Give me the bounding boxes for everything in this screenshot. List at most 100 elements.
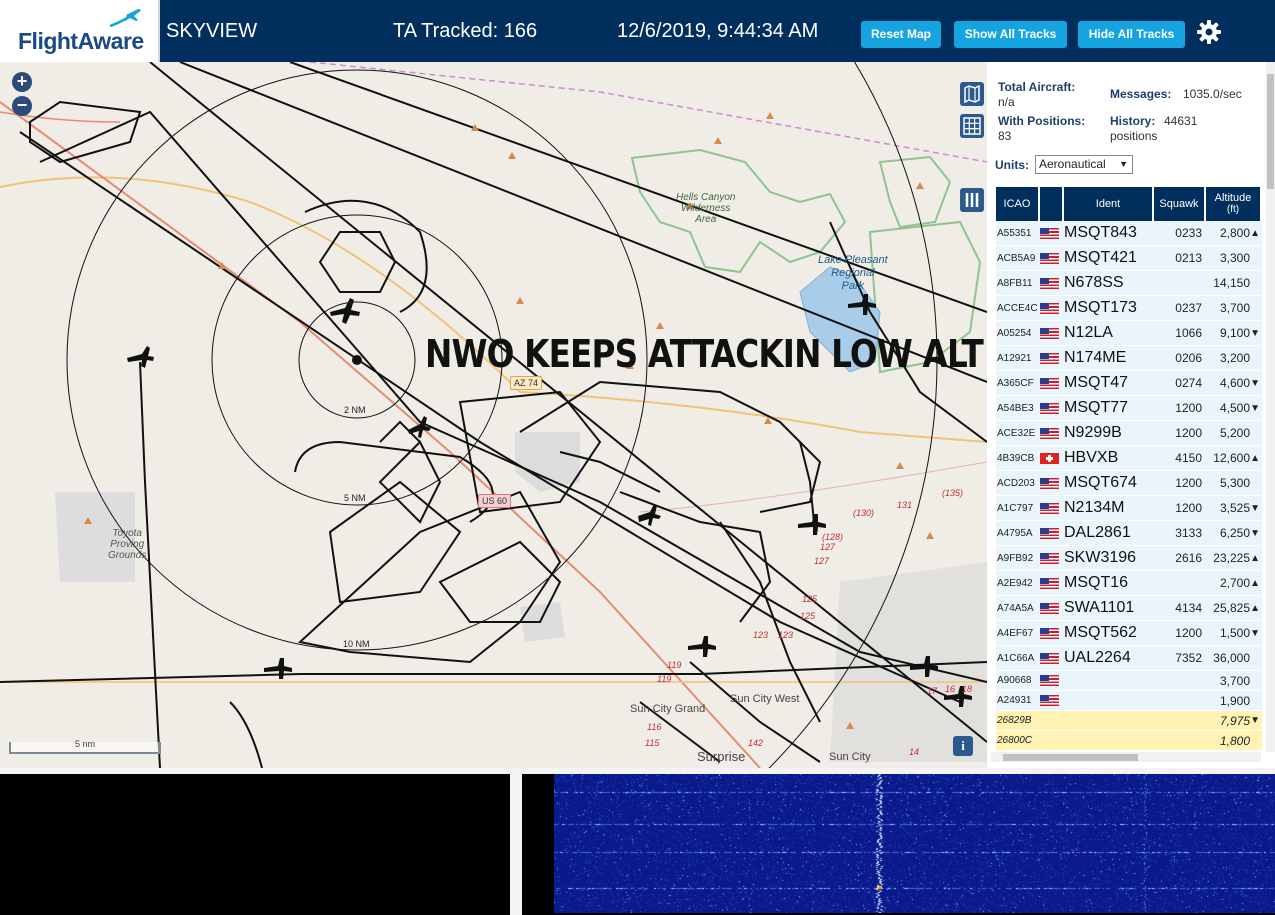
map-view[interactable]: Hells Canyon Wilderness Area Lake Pleasa…	[0, 62, 987, 768]
exit-label: 125	[800, 611, 816, 621]
table-row[interactable]: A74A5A SWA1101 4134 25,825 ▲	[996, 596, 1262, 621]
table-row[interactable]: A4EF67 MSQT562 1200 1,500 ▼	[996, 621, 1262, 646]
flightaware-logo[interactable]: FlightAware	[0, 0, 160, 62]
units-select[interactable]: Aeronautical ▼	[1035, 155, 1133, 174]
columns-toggle-button[interactable]	[960, 188, 984, 212]
header-altitude-label: Altitude	[1214, 192, 1252, 204]
zoom-out-button[interactable]: −	[12, 96, 32, 116]
with-positions-value: 83	[998, 129, 1012, 143]
ident-cell	[1064, 731, 1154, 750]
table-row[interactable]: A24931 1,900	[996, 691, 1262, 711]
ident-cell: MSQT16	[1064, 574, 1129, 591]
info-button[interactable]: i	[953, 736, 973, 756]
squawk-cell: 1200	[1175, 426, 1202, 440]
vertical-scrollbar[interactable]	[1266, 62, 1275, 752]
table-row[interactable]: ACB5A9 MSQT421 0213 3,300	[996, 246, 1262, 271]
clock: 12/6/2019, 9:44:34 AM	[617, 20, 819, 42]
gear-icon[interactable]	[1196, 19, 1222, 45]
squawk-cell: 2616	[1175, 551, 1202, 565]
icao-cell: 26800C	[997, 735, 1033, 746]
table-row[interactable]: ACE32E N9299B 1200 5,200	[996, 421, 1262, 446]
place-line: Wilderness	[681, 203, 731, 214]
scroll-thumb[interactable]	[1267, 74, 1274, 189]
icao-cell: ACB5A9	[997, 252, 1036, 264]
exit-label: 17	[927, 686, 938, 696]
flag-icon	[1040, 452, 1059, 464]
grid-toggle-button[interactable]	[960, 114, 984, 138]
show-all-tracks-button[interactable]: Show All Tracks	[954, 21, 1067, 48]
place-line: Toyota	[112, 528, 142, 539]
icao-cell: A24931	[997, 695, 1032, 706]
flag-cell	[1040, 731, 1064, 750]
altitude-cell: 7,975 ▼	[1206, 711, 1262, 730]
squawk-cell	[1154, 571, 1206, 595]
altitude-cell: 23,225 ▲	[1206, 546, 1262, 570]
horizontal-scrollbar[interactable]	[991, 752, 1261, 762]
top-bar: FlightAware SKYVIEW TA Tracked: 166 12/6…	[0, 0, 1275, 62]
header-squawk[interactable]: Squawk	[1154, 187, 1206, 221]
table-body: A55351 MSQT843 0233 2,800 ▲ ACB5A9 MSQT421 0213…	[996, 221, 1262, 751]
table-row[interactable]: A1C66A UAL2264 7352 36,000	[996, 646, 1262, 671]
altitude-value: 1,500	[1219, 626, 1250, 640]
exit-label: 127	[814, 556, 830, 566]
ident-cell: N12LA	[1064, 324, 1113, 341]
ident-cell: N174ME	[1064, 349, 1127, 366]
exit-label: 125	[802, 594, 818, 604]
exit-label: 119	[657, 674, 672, 684]
altitude-cell: 3,700	[1206, 671, 1262, 690]
table-row[interactable]: 26800C 1,800	[996, 731, 1262, 751]
table-row[interactable]: 26829B 7,975 ▼	[996, 711, 1262, 731]
hide-all-tracks-button[interactable]: Hide All Tracks	[1078, 21, 1185, 48]
table-row[interactable]: A90668 3,700	[996, 671, 1262, 691]
ident-cell	[1064, 691, 1154, 710]
descend-arrow-icon: ▼	[1250, 527, 1260, 539]
flag-cell	[1040, 571, 1064, 595]
altitude-value: 25,825	[1213, 601, 1250, 615]
icao-cell: A4EF67	[997, 627, 1034, 639]
zoom-in-button[interactable]: +	[12, 72, 32, 92]
altitude-cell: 6,250 ▼	[1206, 521, 1262, 545]
table-row[interactable]: ACCE4C MSQT173 0237 3,700	[996, 296, 1262, 321]
squawk-cell: 1066	[1175, 326, 1202, 340]
climb-arrow-icon: ▲	[1250, 602, 1260, 614]
header-flag[interactable]	[1040, 187, 1064, 221]
scroll-thumb[interactable]	[1003, 754, 1138, 761]
table-row[interactable]: A54BE3 MSQT77 1200 4,500 ▼	[996, 396, 1262, 421]
flag-cell	[1040, 296, 1064, 320]
place-line: Grounds	[108, 550, 147, 561]
surprise-label: Surprise	[697, 749, 746, 764]
header-altitude[interactable]: Altitude (ft)	[1206, 187, 1262, 221]
ident-cell: MSQT77	[1064, 399, 1129, 416]
flag-cell	[1040, 221, 1064, 245]
altitude-value: 7,975	[1219, 713, 1250, 728]
altitude-value: 4,600	[1219, 376, 1250, 390]
table-row[interactable]: A2E942 MSQT16 2,700 ▲	[996, 571, 1262, 596]
table-row[interactable]: A9FB92 SKW3196 2616 23,225 ▲	[996, 546, 1262, 571]
table-row[interactable]: A55351 MSQT843 0233 2,800 ▲	[996, 221, 1262, 246]
squawk-cell: 1200	[1175, 476, 1202, 490]
place-line: Regional	[831, 267, 875, 279]
ident-cell: MSQT562	[1064, 624, 1137, 641]
header-icao[interactable]: ICAO	[996, 187, 1040, 221]
table-row[interactable]: A8FB11 N678SS 14,150	[996, 271, 1262, 296]
squawk-cell: 1200	[1175, 501, 1202, 515]
flag-icon	[1040, 552, 1059, 564]
toyota-label: Toyota Proving Grounds	[108, 528, 146, 561]
flag-icon	[1040, 627, 1059, 639]
icao-cell: 26829B	[997, 715, 1032, 726]
altitude-value: 14,150	[1213, 276, 1250, 290]
reset-map-button[interactable]: Reset Map	[861, 21, 941, 48]
table-row[interactable]: ACD203 MSQT674 1200 5,300	[996, 471, 1262, 496]
road-sign-az74: AZ 74	[510, 376, 543, 390]
waterfall-canvas	[554, 774, 1275, 913]
altitude-cell: 1,800	[1206, 731, 1262, 750]
table-row[interactable]: A12921 N174ME 0206 3,200	[996, 346, 1262, 371]
table-row[interactable]: A05254 N12LA 1066 9,100 ▼	[996, 321, 1262, 346]
table-row[interactable]: A1C797 N2134M 1200 3,525 ▼	[996, 496, 1262, 521]
header-ident[interactable]: Ident	[1064, 187, 1154, 221]
map-layers-button[interactable]	[960, 82, 984, 106]
table-row[interactable]: A365CF MSQT47 0274 4,600 ▼	[996, 371, 1262, 396]
ident-cell: DAL2861	[1064, 524, 1131, 541]
table-row[interactable]: 4B39CB HBVXB 4150 12,600 ▲	[996, 446, 1262, 471]
table-row[interactable]: A4795A DAL2861 3133 6,250 ▼	[996, 521, 1262, 546]
